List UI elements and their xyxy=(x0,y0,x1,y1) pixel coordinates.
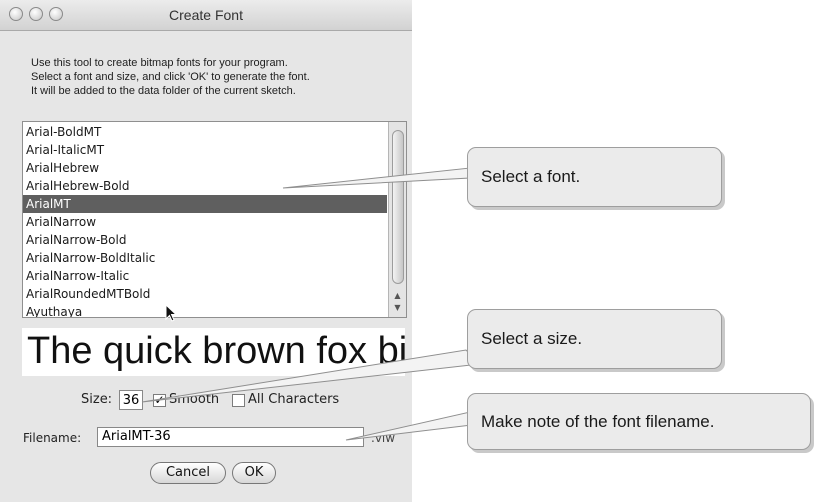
filename-note-callout: Make note of the font filename. xyxy=(467,393,811,450)
filename-callout-pointer xyxy=(345,411,481,441)
size-callout-pointer xyxy=(141,349,482,403)
select-size-callout: Select a size. xyxy=(467,309,722,369)
select-font-callout: Select a font. xyxy=(467,147,722,207)
font-callout-pointer xyxy=(282,167,471,189)
